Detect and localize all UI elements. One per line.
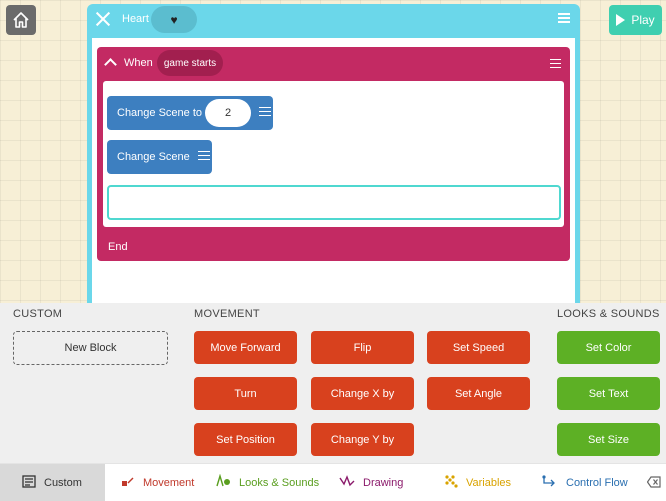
custom-icon <box>22 474 36 491</box>
chevron-up-icon[interactable] <box>104 58 117 71</box>
tab-drawing[interactable]: Drawing <box>339 464 403 501</box>
flip-block[interactable]: Flip <box>311 331 414 364</box>
editor-body: When game starts Change Scene to 2 Chang… <box>92 38 575 304</box>
change-x-by-block[interactable]: Change X by <box>311 377 414 410</box>
rule-menu-icon[interactable] <box>550 59 561 71</box>
looks-icon <box>215 473 231 491</box>
editor-header: Heart ♥ <box>87 4 580 36</box>
change-y-by-block[interactable]: Change Y by <box>311 423 414 456</box>
rule-end-label: End <box>108 241 128 253</box>
tab-label: Control Flow <box>566 476 628 489</box>
tab-control-flow[interactable]: Control Flow <box>542 464 628 501</box>
tab-label: Variables <box>466 476 512 489</box>
looks-section-title: LOOKS & SOUNDS <box>557 308 660 320</box>
character-name: Heart <box>122 13 149 25</box>
set-size-block[interactable]: Set Size <box>557 423 660 456</box>
tab-movement[interactable]: Movement <box>121 464 194 501</box>
tab-label: Movement <box>143 476 195 489</box>
set-speed-block[interactable]: Set Speed <box>427 331 530 364</box>
set-angle-block[interactable]: Set Angle <box>427 377 530 410</box>
rule-event-label: game starts <box>163 57 217 69</box>
close-icon[interactable] <box>96 12 110 26</box>
tab-label: Looks & Sounds <box>239 476 320 489</box>
play-button[interactable]: Play <box>609 5 662 35</box>
rule-block[interactable]: When game starts Change Scene to 2 Chang… <box>97 47 570 261</box>
rule-block-list: Change Scene to 2 Change Scene <box>103 81 564 227</box>
set-text-block[interactable]: Set Text <box>557 377 660 410</box>
turn-block[interactable]: Turn <box>194 377 297 410</box>
tab-label: Drawing <box>363 476 404 489</box>
scene-number-input[interactable]: 2 <box>205 99 252 127</box>
new-block-button[interactable]: New Block <box>13 331 168 365</box>
heart-icon: ♥ <box>170 12 178 27</box>
rule-when-label: When <box>124 57 153 69</box>
change-scene-to-block[interactable]: Change Scene to 2 <box>107 96 273 130</box>
tab-looks-sounds[interactable]: Looks & Sounds <box>215 464 319 501</box>
block-palette: CUSTOM New Block MOVEMENT Move Forward F… <box>0 303 666 463</box>
play-icon <box>616 14 626 26</box>
change-scene-block[interactable]: Change Scene <box>107 140 212 174</box>
movement-icon <box>121 475 135 490</box>
tab-custom[interactable]: Custom <box>0 464 105 501</box>
home-icon <box>13 12 29 28</box>
play-label: Play <box>631 13 655 27</box>
delete-icon[interactable] <box>646 475 661 489</box>
home-button[interactable] <box>6 5 36 35</box>
control-flow-icon <box>542 475 558 490</box>
tab-label: Custom <box>44 476 82 489</box>
rule-event-selector[interactable]: game starts <box>157 50 223 76</box>
character-selector[interactable]: ♥ <box>151 6 197 33</box>
movement-section-title: MOVEMENT <box>194 308 260 320</box>
variables-icon <box>444 474 458 491</box>
move-forward-block[interactable]: Move Forward <box>194 331 297 364</box>
block-menu-icon[interactable] <box>259 107 272 119</box>
block-label: Change Scene <box>117 151 190 163</box>
block-drop-slot[interactable] <box>107 185 561 220</box>
drawing-icon <box>339 474 355 491</box>
category-tabbar: Custom Movement Looks & Sounds Drawing V… <box>0 463 666 501</box>
rules-list-icon[interactable] <box>558 13 570 25</box>
tab-variables[interactable]: Variables <box>444 464 511 501</box>
block-label: Change Scene to <box>117 107 203 119</box>
custom-section-title: CUSTOM <box>13 308 63 320</box>
code-editor-panel: Heart ♥ When game starts Change Scene to… <box>87 4 580 304</box>
set-position-block[interactable]: Set Position <box>194 423 297 456</box>
block-menu-icon[interactable] <box>197 151 210 163</box>
set-color-block[interactable]: Set Color <box>557 331 660 364</box>
